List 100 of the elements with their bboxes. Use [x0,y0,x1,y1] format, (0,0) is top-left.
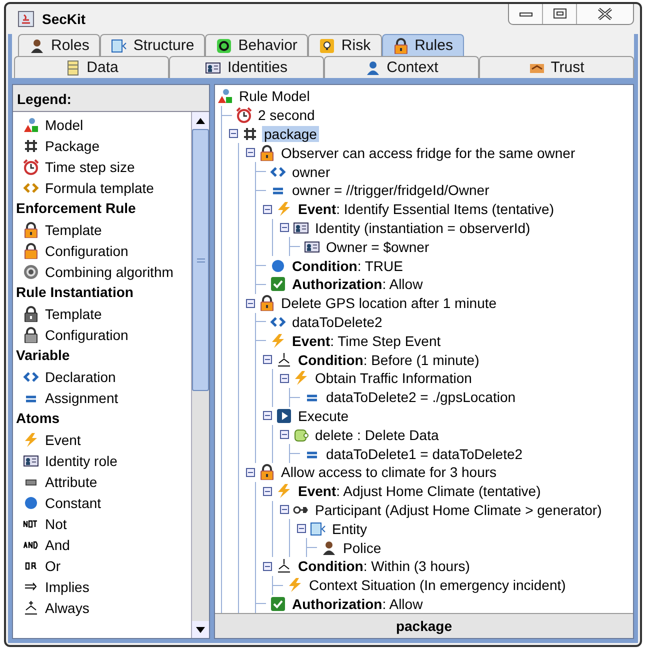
tree-item[interactable]: Allow access to climate for 3 hours [279,464,499,480]
expand-toggle[interactable] [263,486,272,496]
legend-label: Always [45,600,90,616]
tab[interactable]: Behavior [205,34,308,56]
circle-icon [23,494,39,510]
tree-item[interactable]: owner = //trigger/fridgeId/Owner [290,182,492,198]
scroll-down-icon[interactable] [192,621,209,638]
tree-item[interactable]: Event: Time Step Event [290,332,443,349]
lightning-icon [23,432,39,448]
tree-item[interactable]: package [262,126,319,142]
tab[interactable]: Roles [18,34,100,56]
legend-label: Formula template [45,180,154,196]
maximize-icon [552,8,568,20]
padlock-icon [392,38,409,54]
expand-toggle[interactable] [229,129,238,138]
status-label: package [215,613,633,638]
legend-label: Declaration [45,368,116,384]
expand-toggle[interactable] [263,204,272,214]
tab[interactable]: Trust [479,56,634,78]
rounded-square-icon [293,426,309,443]
tree-item[interactable]: Event: Identify Essential Items (tentative) [296,201,556,218]
tree-item[interactable]: Condition: Within (3 hours) [296,558,472,574]
tree-item[interactable]: Identity (instantiation = observerId) [313,220,532,236]
legend-title: Legend: [16,90,72,109]
tree-item[interactable]: Execute [296,408,351,424]
legend-label: Implies [45,578,90,594]
legend-label: Time step size [45,158,135,174]
padlock-icon [259,295,275,312]
tree-item[interactable]: owner [290,164,332,180]
square-icon [310,520,326,537]
tree-item[interactable]: Rule Model [237,88,312,104]
expand-toggle[interactable] [263,562,272,571]
legend-label: Template [45,222,102,238]
expand-toggle[interactable] [280,505,289,514]
expand-toggle[interactable] [246,298,255,308]
tree-item[interactable]: delete : Delete Data [313,426,441,443]
lightning-icon [287,577,303,594]
legend-label: Package [45,138,100,154]
lightning-icon [270,332,286,349]
alarm-clock-icon [23,158,39,174]
legend-label: Not [45,516,67,532]
tree-item[interactable]: dataToDelete2 [290,314,384,330]
expand-toggle[interactable] [246,468,255,477]
padlock-icon [259,144,275,161]
tree-item[interactable]: 2 second [256,107,317,124]
tree-item[interactable]: Owner = $owner [324,238,432,255]
person-icon [321,540,337,556]
app-icon [18,11,34,27]
tab[interactable]: Identities [169,56,324,78]
expand-toggle[interactable] [263,355,272,364]
person-icon [29,38,45,54]
legend-heading: Rule Instantiation [15,283,134,302]
tree-item[interactable]: Condition: Before (1 minute) [296,352,482,368]
expand-toggle[interactable] [280,374,289,383]
expand-toggle[interactable] [263,411,272,420]
alarm-clock-icon [236,107,252,124]
tree-item[interactable]: Event: Adjust Home Climate (tentative) [296,483,543,500]
tab[interactable]: Data [14,56,169,78]
lightning-icon [276,201,292,218]
tree-item[interactable]: Authorization: Allow [290,596,425,612]
tab[interactable]: Risk [308,34,382,56]
legend-heading: Variable [15,346,71,365]
tree-item[interactable]: dataToDelete1 = dataToDelete2 [324,446,525,462]
legend-label: Or [45,558,61,574]
id-card-icon [23,452,39,468]
tree-item[interactable]: Authorization: Allow [290,276,425,292]
gear-icon [23,264,39,280]
tree-item[interactable]: Delete GPS location after 1 minute [279,295,499,312]
scrollbar[interactable] [191,112,209,638]
tab[interactable]: Context [324,56,479,78]
lightning-icon [293,370,309,386]
padlock-icon [23,222,39,238]
tree-item[interactable]: Participant (Adjust Home Climate > generator) [313,502,604,518]
id-card-icon [293,220,309,236]
padlock-icon [23,242,39,258]
tree-item[interactable]: Observer can access fridge for the same owner [279,144,578,161]
tree-item[interactable]: Context Situation (In emergency incident) [307,577,568,594]
expand-toggle[interactable] [280,223,289,232]
expand-toggle[interactable] [246,148,255,158]
tree-item[interactable]: Condition: TRUE [290,258,405,274]
id-card-icon [205,60,222,76]
list-icon [64,60,81,76]
tree-item[interactable]: Entity [330,520,370,537]
window-title: SecKit [42,11,86,27]
padlock-icon [259,464,275,480]
expand-toggle[interactable] [280,430,289,440]
tree-item[interactable]: Police [341,540,384,556]
legend-label: Configuration [45,242,128,258]
legend-label: Assignment [45,390,118,406]
tab[interactable]: Structure [100,34,206,56]
scroll-up-icon[interactable] [192,112,209,129]
expand-toggle[interactable] [297,524,306,534]
bulb-icon [319,38,336,54]
legend-label: Model [45,116,84,132]
legend-label: Event [45,432,81,448]
tree-item[interactable]: dataToDelete2 = ./gpsLocation [324,389,518,406]
play-icon [276,408,292,424]
tree-item[interactable]: Obtain Traffic Information [313,370,474,386]
scroll-thumb[interactable] [192,129,209,391]
tab[interactable]: Rules [382,34,464,56]
